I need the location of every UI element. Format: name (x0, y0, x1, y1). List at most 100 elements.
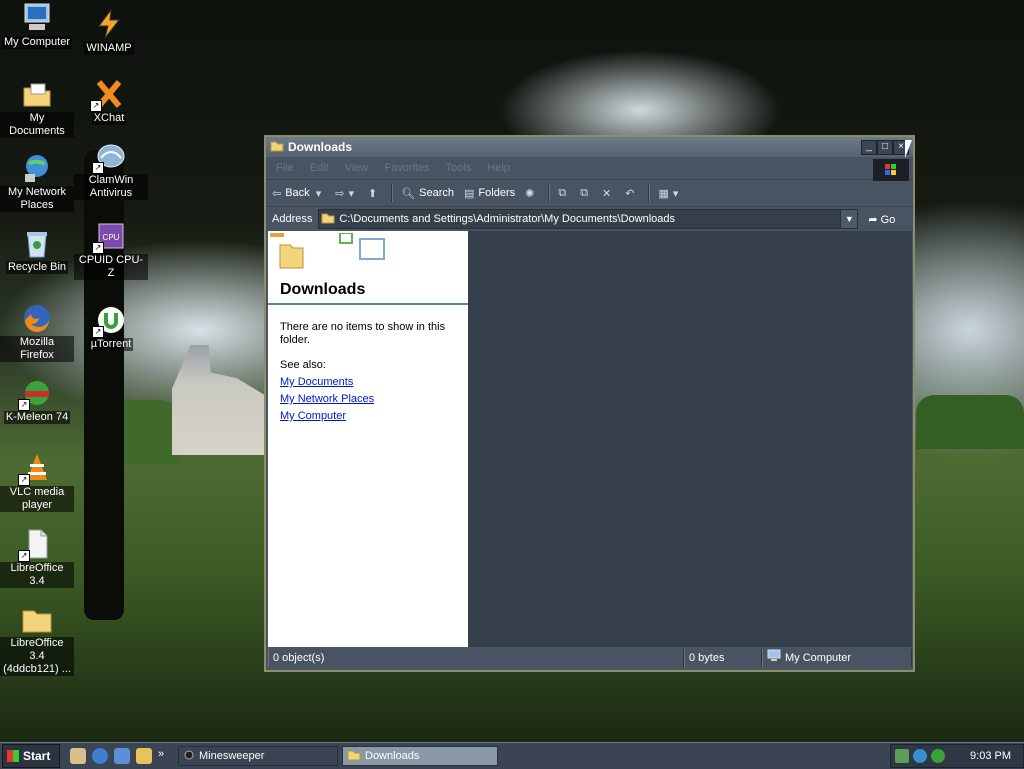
window-titlebar[interactable]: Downloads (266, 137, 913, 157)
shortcut-arrow-icon: ↗ (92, 162, 104, 174)
explorer-icon[interactable] (136, 748, 152, 764)
taskbar-button-minesweeper[interactable]: Minesweeper (178, 746, 338, 766)
copy-to-icon: ⧉ (580, 186, 589, 199)
status-location: My Computer (762, 649, 912, 667)
menu-help[interactable]: Help (487, 162, 510, 174)
desktop-icon-vlc[interactable]: ↗ VLC media player (0, 452, 74, 512)
folders-label: Folders (478, 187, 516, 199)
desktop-icon-label: Recycle Bin (5, 261, 69, 274)
desktop-icon-my-computer[interactable]: My Computer (0, 2, 74, 49)
status-location-label: My Computer (785, 652, 852, 664)
menu-file[interactable]: File (276, 162, 294, 174)
forward-button[interactable]: ⇨ ▾ (335, 187, 358, 200)
menu-favorites[interactable]: Favorites (384, 162, 429, 174)
documents-folder-icon (21, 78, 53, 110)
shortcut-arrow-icon: ↗ (92, 242, 104, 254)
address-bar: Address C:\Documents and Settings\Admini… (266, 207, 913, 232)
minimize-button[interactable]: _ (861, 140, 877, 155)
menu-edit[interactable]: Edit (310, 162, 329, 174)
minesweeper-icon (183, 749, 195, 764)
address-dropdown-button[interactable]: ▼ (840, 210, 858, 228)
taskbar: Start » Minesweeper Downloads 9:03 PM (0, 742, 1024, 769)
network-tray-icon[interactable] (895, 749, 909, 763)
taskbar-button-downloads[interactable]: Downloads (342, 746, 498, 766)
taskbar-button-label: Minesweeper (199, 750, 265, 762)
up-folder-button[interactable]: ⬆ (368, 187, 381, 200)
cpuz-icon: CPU ↗ (92, 220, 127, 254)
link-my-network-places[interactable]: My Network Places (280, 393, 456, 406)
desktop-icon-utorrent[interactable]: ↗ µTorrent (74, 304, 148, 351)
start-button[interactable]: Start (2, 744, 60, 768)
menu-tools[interactable]: Tools (446, 162, 472, 174)
history-button[interactable]: ✺ (525, 187, 538, 200)
folders-button[interactable]: ▤ Folders (464, 187, 515, 200)
shortcut-arrow-icon: ↗ (90, 100, 102, 112)
move-to-button[interactable]: ⧉ (558, 187, 570, 200)
utorrent-tray-icon[interactable] (931, 749, 945, 763)
desktop-icon-label: Mozilla Firefox (0, 336, 74, 362)
empty-folder-message: There are no items to show in this folde… (280, 321, 446, 346)
folders-icon: ▤ (464, 187, 475, 200)
forward-arrow-icon: ⇨ (335, 187, 345, 200)
back-button[interactable]: ⇦ Back ▾ (272, 187, 325, 200)
undo-icon: ↶ (625, 187, 635, 200)
desktop-icon-mozilla-firefox[interactable]: Mozilla Firefox (0, 302, 74, 362)
shortcut-arrow-icon: ↗ (92, 326, 104, 338)
link-my-computer[interactable]: My Computer (280, 410, 456, 423)
address-input[interactable]: C:\Documents and Settings\Administrator\… (318, 209, 859, 229)
toolbar-separator (391, 184, 394, 202)
delete-button[interactable]: ✕ (602, 187, 615, 200)
show-desktop-icon[interactable] (70, 748, 86, 764)
utorrent-icon: ↗ (92, 304, 127, 338)
desktop-icon-libreoffice[interactable]: ↗ LibreOffice 3.4 (0, 528, 74, 588)
folder-icon (321, 212, 335, 227)
quick-launch-more-icon[interactable]: » (158, 748, 168, 764)
desktop-icon-recycle-bin[interactable]: Recycle Bin (0, 227, 74, 274)
clock[interactable]: 9:03 PM (970, 750, 1011, 762)
recycle-bin-icon (21, 227, 53, 259)
desktop-icon-clamwin[interactable]: ↗ ClamWin Antivirus (74, 140, 148, 200)
see-also-label: See also: (280, 359, 326, 371)
desktop-icon-winamp[interactable]: WINAMP (72, 8, 146, 55)
libreoffice-icon: ↗ (18, 528, 53, 562)
desktop-icon-label: WINAMP (84, 42, 134, 55)
folder-icon (21, 603, 53, 635)
toolbar-separator (648, 184, 651, 202)
desktop-icon-xchat[interactable]: ↗ XChat (72, 78, 146, 125)
search-label: Search (419, 187, 455, 199)
desktop-icon-my-network-places[interactable]: My Network Places (0, 152, 74, 212)
desktop-icon-cpuz[interactable]: CPU ↗ CPUID CPU-Z (74, 220, 148, 280)
desktop-icon-libreoffice-folder[interactable]: LibreOffice 3.4 (4ddcb121) ... (0, 603, 74, 676)
explorer-window[interactable]: Downloads _ □ × File Edit View Favorites… (264, 135, 915, 672)
update-tray-icon[interactable] (913, 749, 927, 763)
link-my-documents[interactable]: My Documents (280, 376, 456, 389)
go-label: Go (880, 213, 896, 226)
maximize-button[interactable]: □ (877, 140, 893, 155)
computer-icon (767, 649, 781, 667)
internet-explorer-icon[interactable] (92, 748, 108, 764)
desktop-icon-label: LibreOffice 3.4 (0, 562, 74, 588)
copy-to-button[interactable]: ⧉ (580, 187, 592, 200)
system-tray: 9:03 PM (890, 744, 1024, 768)
task-pane: Downloads There are no items to show in … (268, 231, 468, 647)
undo-button[interactable]: ↶ (625, 187, 638, 200)
go-button[interactable]: ➦ Go (868, 213, 895, 226)
desktop-icon-k-meleon[interactable]: ↗ K-Meleon 74 (0, 377, 74, 424)
outlook-express-icon[interactable] (114, 748, 130, 764)
search-button[interactable]: 🔍︎ Search (401, 187, 454, 200)
desktop-icon-label: LibreOffice 3.4 (4ddcb121) ... (0, 637, 74, 676)
quick-launch: » (70, 748, 174, 764)
desktop-icon-label: XChat (91, 112, 127, 125)
views-button[interactable]: ▦ ▾ (658, 187, 682, 200)
desktop-icon-my-documents[interactable]: My Documents (0, 78, 74, 138)
menu-view[interactable]: View (345, 162, 369, 174)
clamwin-icon: ↗ (92, 140, 127, 174)
windows-logo-icon (873, 159, 909, 181)
chevron-down-icon: ▾ (672, 187, 679, 200)
desktop-icon-label: My Computer (1, 36, 73, 49)
mouse-cursor (905, 140, 912, 158)
start-label: Start (23, 749, 51, 763)
shortcut-arrow-icon: ↗ (18, 399, 30, 411)
file-list-pane[interactable] (468, 231, 912, 647)
status-size: 0 bytes (684, 649, 762, 667)
